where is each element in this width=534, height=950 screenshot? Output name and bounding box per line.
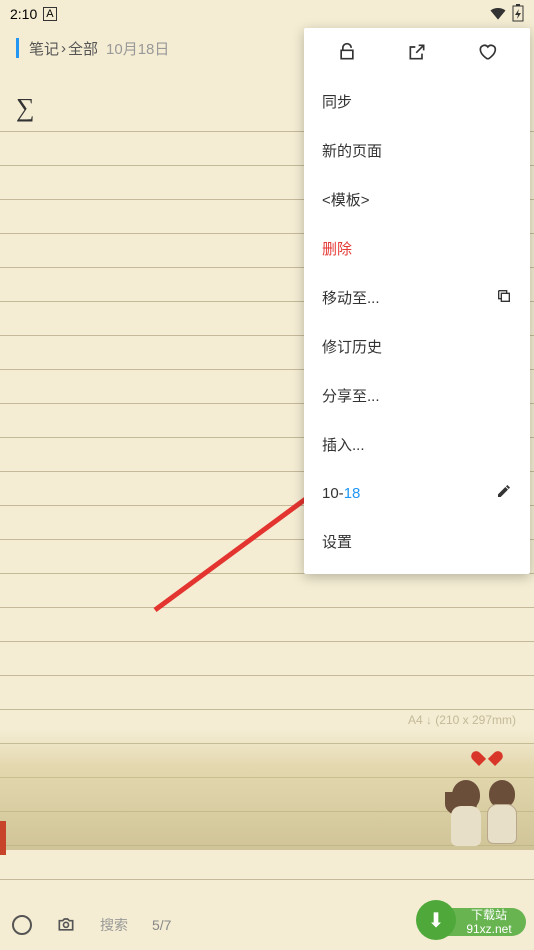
- menu-template[interactable]: <模板>: [304, 175, 530, 224]
- heart-icon: [477, 750, 497, 768]
- menu-sync[interactable]: 同步: [304, 77, 530, 126]
- boy-figure: [483, 780, 521, 860]
- lock-icon[interactable]: [337, 42, 357, 67]
- bottom-toolbar: 搜索 5/7: [0, 900, 534, 950]
- battery-icon: [512, 4, 524, 25]
- record-icon[interactable]: [12, 915, 32, 935]
- breadcrumb-notes[interactable]: 笔记: [29, 38, 59, 59]
- menu-delete-label: 删除: [322, 238, 352, 259]
- status-time: 2:10: [10, 6, 37, 22]
- page-dimensions: A4 ↓ (210 x 297mm): [408, 713, 516, 727]
- menu-new-page[interactable]: 新的页面: [304, 126, 530, 175]
- accent-bar: [16, 38, 19, 58]
- heart-outline-icon[interactable]: [477, 42, 497, 67]
- camera-icon[interactable]: [56, 914, 76, 937]
- menu-revision-label: 修订历史: [322, 336, 382, 357]
- menu-settings-label: 设置: [322, 531, 352, 552]
- menu-sync-label: 同步: [322, 91, 352, 112]
- menu-insert-label: 插入...: [322, 434, 365, 455]
- girl-figure: [447, 780, 485, 860]
- breadcrumb-date: 10月18日: [106, 38, 169, 59]
- menu-move-label: 移动至...: [322, 287, 380, 308]
- menu-move-to[interactable]: 移动至...: [304, 273, 530, 322]
- copy-icon: [496, 288, 512, 308]
- menu-settings[interactable]: 设置: [304, 517, 530, 566]
- menu-date-label: 10-18: [322, 485, 360, 502]
- page-counter: 5/7: [152, 917, 171, 933]
- menu-delete[interactable]: 删除: [304, 224, 530, 273]
- red-tab: [0, 821, 6, 855]
- menu-share[interactable]: 分享至...: [304, 371, 530, 420]
- search-label[interactable]: 搜索: [100, 915, 128, 935]
- breadcrumb-sep: ›: [61, 40, 66, 57]
- menu-date[interactable]: 10-18: [304, 469, 530, 517]
- menu-insert[interactable]: 插入...: [304, 420, 530, 469]
- menu-share-label: 分享至...: [322, 385, 380, 406]
- status-bar: 2:10 A: [0, 0, 534, 28]
- edit-icon: [496, 483, 512, 503]
- wifi-icon: [488, 3, 508, 26]
- menu-revision[interactable]: 修订历史: [304, 322, 530, 371]
- couple-illustration: [439, 750, 529, 860]
- open-external-icon[interactable]: [407, 42, 427, 67]
- overflow-menu: 同步 新的页面 <模板> 删除 移动至... 修订历史 分享至... 插入...…: [304, 28, 530, 574]
- note-content: ∑: [16, 93, 35, 123]
- menu-new-page-label: 新的页面: [322, 140, 382, 161]
- keyboard-icon: A: [43, 7, 56, 21]
- breadcrumb-all[interactable]: 全部: [68, 38, 98, 59]
- menu-template-label: <模板>: [322, 189, 370, 210]
